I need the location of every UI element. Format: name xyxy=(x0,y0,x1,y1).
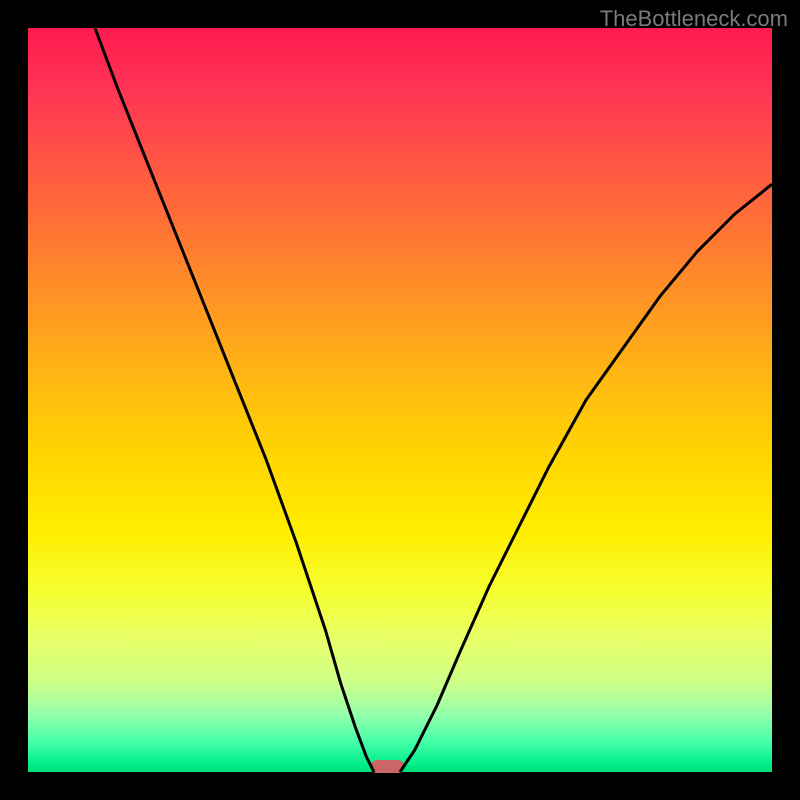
chart-curves xyxy=(28,28,772,772)
right-curve-line xyxy=(400,184,772,772)
left-curve-line xyxy=(95,28,374,772)
watermark-text: TheBottleneck.com xyxy=(600,6,788,32)
